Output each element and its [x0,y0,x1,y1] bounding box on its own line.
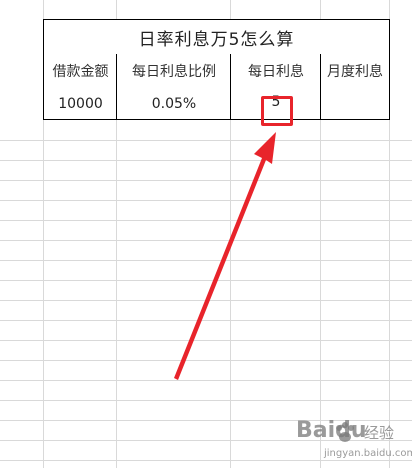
paw-icon [336,422,354,442]
baidu-watermark: Baidu 经验 jingyan.baidu.com [296,418,412,462]
watermark-product: 经验 [364,424,395,442]
annotation-arrow [174,132,276,380]
watermark-url: jingyan.baidu.com [324,448,412,459]
